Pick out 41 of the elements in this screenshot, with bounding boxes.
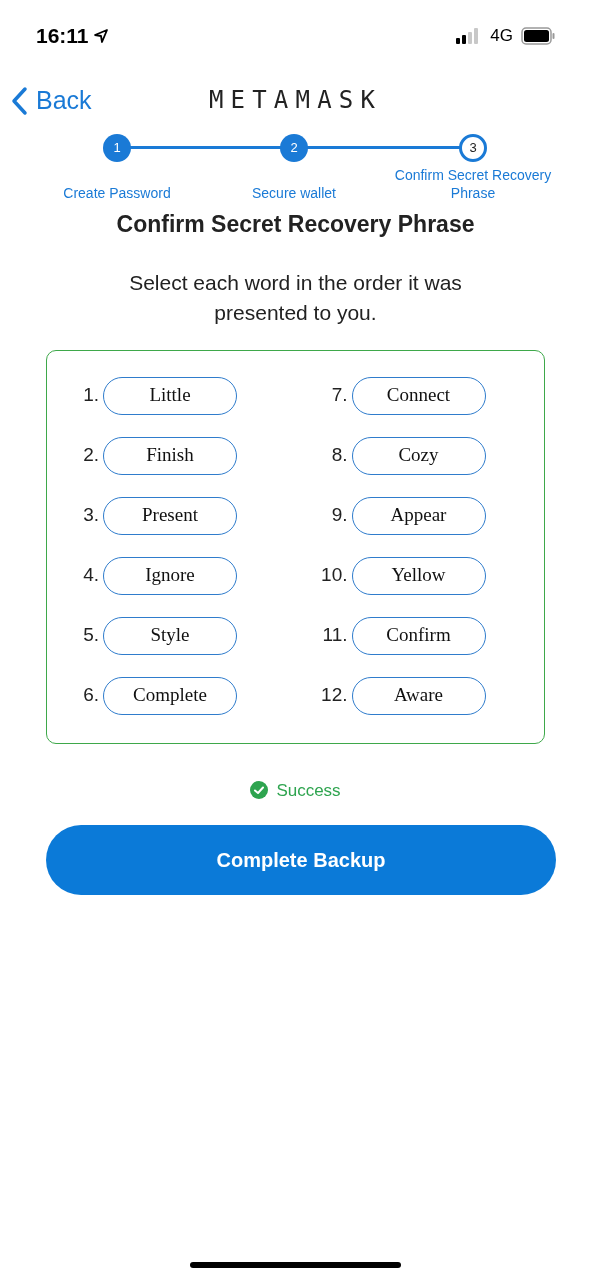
app-logo: METAMASK (208, 85, 383, 116)
step-indicator: 2 (280, 134, 308, 162)
word-chip[interactable]: Style (103, 616, 237, 655)
step-label: Create Password (62, 184, 172, 202)
word-chip[interactable]: Connect (351, 376, 486, 415)
word-chip[interactable]: Cozy (351, 436, 486, 475)
word-number: 7. (330, 383, 349, 408)
word-number: 6. (82, 683, 100, 708)
success-message: Success (276, 779, 341, 802)
page-title: Confirm Secret Recovery Phrase (115, 210, 476, 239)
word-chip[interactable]: Aware (351, 676, 486, 715)
location-arrow-icon (92, 28, 109, 44)
step-indicator: 3 (459, 134, 487, 162)
word-number: 10. (320, 563, 349, 588)
step-label: Confirm Secret Recovery Phrase (393, 166, 553, 202)
complete-backup-button[interactable]: Complete Backup (46, 825, 556, 895)
battery-icon (521, 27, 555, 45)
word-number: 1. (82, 383, 100, 408)
word-number: 9. (330, 503, 349, 528)
word-number: 12. (320, 683, 349, 708)
word-chip[interactable]: Ignore (103, 556, 237, 595)
back-button[interactable]: Back (10, 82, 92, 120)
network-label: 4G (490, 25, 513, 48)
word-chip[interactable]: Complete (103, 676, 237, 715)
word-number: 2. (82, 443, 100, 468)
word-chip[interactable]: Little (103, 376, 237, 415)
instructions: Select each word in the order it was presented to you. (128, 269, 463, 326)
word-chip[interactable]: Confirm (351, 616, 486, 655)
status-time: 16:11 (36, 23, 89, 50)
word-chip[interactable]: Appear (351, 496, 486, 535)
step-label: Secure wallet (250, 184, 337, 202)
word-number: 8. (330, 443, 349, 468)
word-chip[interactable]: Yellow (351, 556, 486, 595)
word-chip[interactable]: Finish (103, 436, 237, 475)
word-number: 4. (82, 563, 100, 588)
step-indicator: 1 (103, 134, 131, 162)
word-number: 5. (82, 623, 100, 648)
word-number: 3. (82, 503, 100, 528)
word-number: 11. (321, 623, 349, 648)
chevron-left-icon (10, 85, 28, 116)
word-chip[interactable]: Present (103, 496, 237, 535)
